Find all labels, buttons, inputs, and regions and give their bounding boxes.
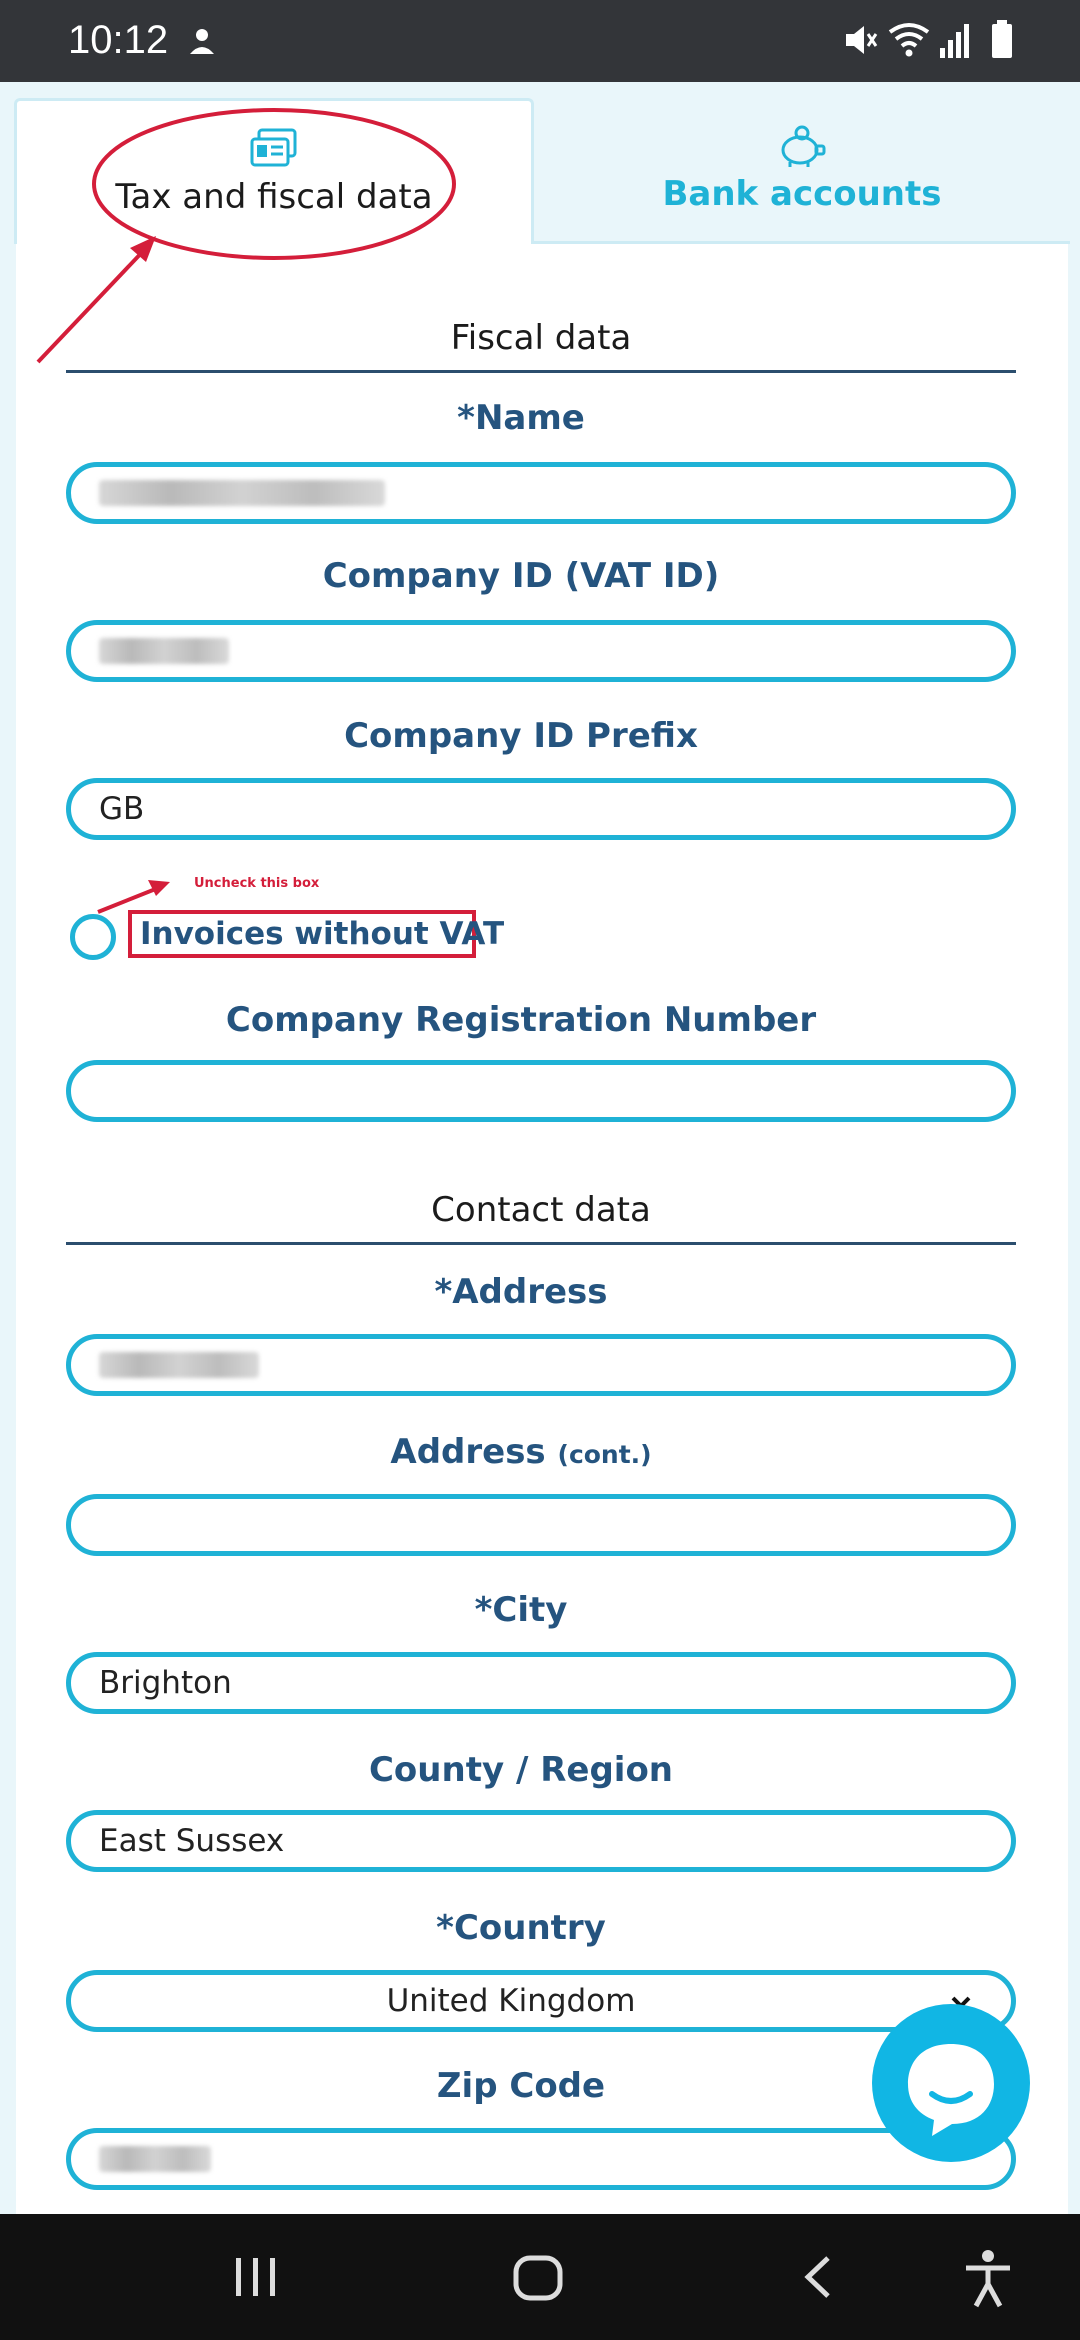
name-label: *Name [457, 398, 585, 438]
id-card-icon [250, 128, 297, 167]
country-label: *Country [436, 1908, 606, 1948]
accessibility-icon[interactable] [960, 2248, 1016, 2308]
company-id-prefix-value: GB [99, 791, 145, 827]
tab-bank-accounts-label: Bank accounts [662, 174, 942, 214]
section-divider [66, 1242, 1016, 1245]
section-divider [66, 370, 1016, 373]
section-title-contact: Contact data [431, 1190, 651, 1230]
address-field[interactable] [66, 1334, 1016, 1396]
annotation-note: Uncheck this box [194, 876, 320, 891]
system-nav-bar [0, 2214, 1080, 2340]
required-marker: * [434, 1272, 453, 1312]
company-id-prefix-label: Company ID Prefix [344, 716, 698, 756]
tab-tax-fiscal-data[interactable]: Tax and fiscal data [14, 98, 534, 244]
chat-bubble-icon [908, 2044, 994, 2136]
county-region-label: County / Region [368, 1750, 674, 1790]
company-registration-field[interactable] [66, 1060, 1016, 1122]
status-time: 10:12 [68, 18, 169, 62]
tab-bank-accounts[interactable]: Bank accounts [534, 98, 1070, 244]
home-icon[interactable] [512, 2254, 564, 2302]
redacted-value [99, 2146, 211, 2172]
company-id-label: Company ID (VAT ID) [322, 556, 720, 596]
city-label: *City [474, 1590, 568, 1630]
back-icon[interactable] [798, 2252, 838, 2302]
county-region-field[interactable]: East Sussex [66, 1810, 1016, 1872]
mute-icon [846, 26, 878, 54]
country-value: United Kingdom [386, 1983, 636, 2019]
section-title-fiscal: Fiscal data [450, 318, 632, 358]
status-bar: 10:12 [0, 0, 1080, 82]
company-registration-label: Company Registration Number [225, 1000, 817, 1040]
redacted-value [99, 1352, 259, 1378]
signal-icon [940, 24, 969, 58]
address-cont-field[interactable] [66, 1494, 1016, 1556]
piggy-bank-icon [781, 125, 826, 167]
city-field[interactable]: Brighton [66, 1652, 1016, 1714]
county-region-value: East Sussex [99, 1823, 285, 1859]
zip-code-label: Zip Code [436, 2066, 606, 2106]
tab-tax-fiscal-data-label: Tax and fiscal data [115, 177, 433, 217]
company-id-prefix-field[interactable]: GB [66, 778, 1016, 840]
invoices-without-vat-checkbox[interactable] [70, 914, 116, 960]
address-cont-label: Address (cont.) [390, 1432, 652, 1472]
required-marker: * [474, 1590, 493, 1630]
recents-icon[interactable] [232, 2254, 280, 2300]
required-marker: * [457, 398, 475, 438]
chat-button[interactable] [872, 2004, 1030, 2162]
name-field[interactable] [66, 462, 1016, 524]
city-value: Brighton [99, 1665, 232, 1701]
redacted-value [99, 638, 229, 664]
wifi-icon [888, 23, 930, 57]
battery-icon [992, 20, 1012, 58]
company-id-field[interactable] [66, 620, 1016, 682]
redacted-value [99, 480, 385, 506]
invoices-without-vat-label[interactable]: Invoices without VAT [128, 910, 504, 958]
address-label: *Address [434, 1272, 608, 1312]
required-marker: * [436, 1908, 454, 1948]
notification-icon [190, 29, 214, 54]
